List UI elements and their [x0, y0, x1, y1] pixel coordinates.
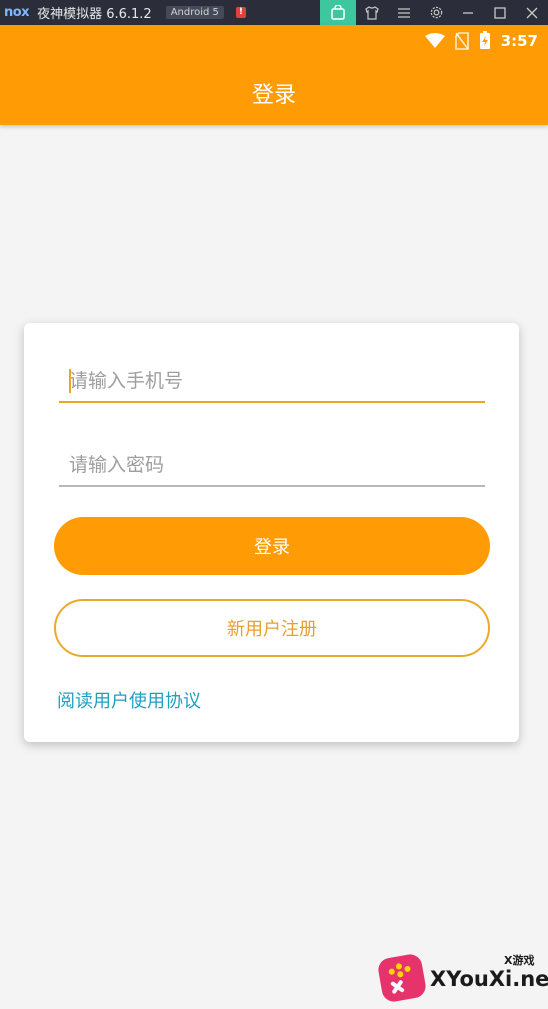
emulator-title-bar: nox 夜神模拟器 6.6.1.2 Android 5 !	[0, 0, 548, 25]
app-bar: 3:57 登录	[0, 25, 548, 125]
register-button[interactable]: 新用户注册	[54, 599, 490, 657]
text-caret	[69, 369, 71, 393]
alert-icon[interactable]: !	[235, 7, 246, 18]
emulator-controls	[320, 0, 548, 25]
watermark-small-text: X游戏	[504, 954, 535, 967]
watermark: X游戏 XYouXi.net	[372, 950, 548, 1008]
app-store-icon[interactable]	[320, 0, 356, 25]
menu-icon[interactable]	[388, 0, 420, 25]
settings-gear-icon[interactable]	[420, 0, 452, 25]
password-input[interactable]	[59, 445, 485, 485]
nox-logo: nox	[4, 5, 30, 20]
login-button[interactable]: 登录	[54, 517, 490, 575]
maximize-icon[interactable]	[484, 0, 516, 25]
page-title: 登录	[251, 83, 296, 108]
phone-field	[59, 361, 485, 403]
skin-shirt-icon[interactable]	[356, 0, 388, 25]
user-agreement-link[interactable]: 阅读用户使用协议	[57, 687, 201, 713]
battery-charging-icon	[479, 31, 491, 50]
minimize-icon[interactable]	[452, 0, 484, 25]
android-version-badge: Android 5	[165, 6, 224, 19]
phone-input[interactable]	[59, 361, 485, 401]
gamepad-logo-icon	[376, 952, 428, 1004]
status-time: 3:57	[500, 31, 538, 50]
watermark-text: XYouXi.net	[430, 967, 548, 991]
close-icon[interactable]	[516, 0, 548, 25]
wifi-icon	[424, 32, 445, 49]
emulator-title: 夜神模拟器 6.6.1.2	[37, 7, 152, 22]
no-sim-icon	[454, 31, 469, 50]
status-bar: 3:57	[415, 31, 538, 50]
login-card: 登录 新用户注册 阅读用户使用协议	[24, 323, 519, 742]
password-field	[59, 445, 485, 487]
